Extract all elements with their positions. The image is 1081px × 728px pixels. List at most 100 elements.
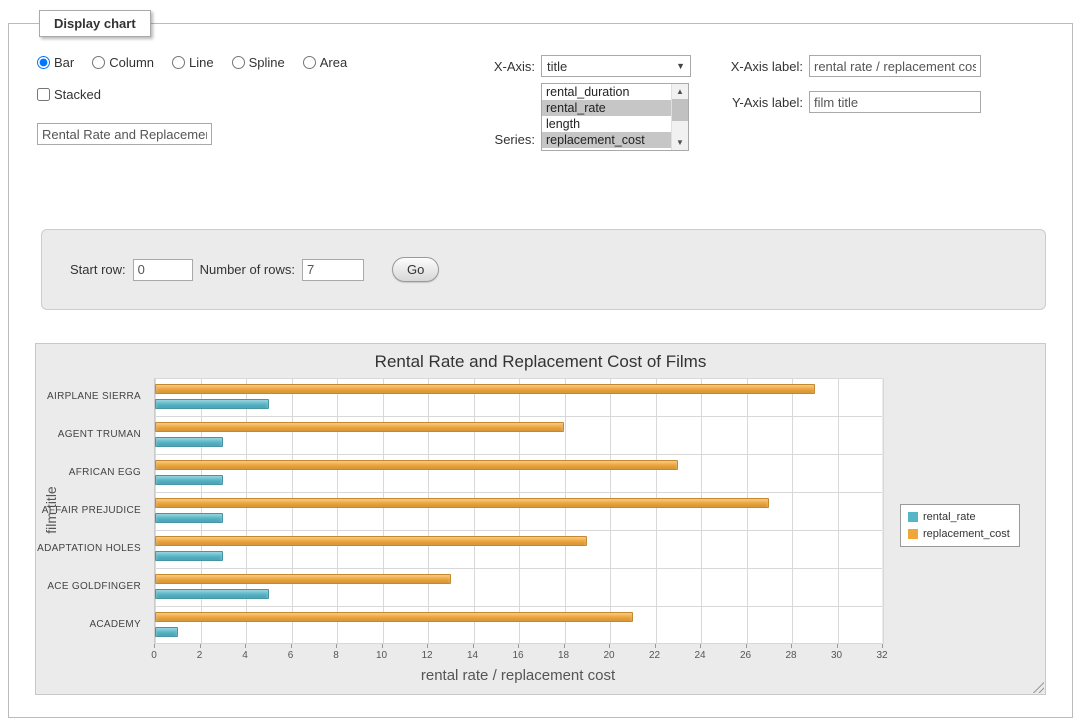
scrollbar-thumb[interactable] [672, 99, 688, 121]
bar-rental_rate-adaptation-holes [155, 551, 223, 561]
bar-rental_rate-academy-dinosaur [155, 627, 178, 637]
tick-label: 28 [785, 650, 796, 661]
gridline-horizontal [155, 606, 882, 607]
chart-type-radio-spline[interactable] [232, 56, 245, 69]
tick-label: 6 [288, 650, 294, 661]
chart-title-input[interactable] [37, 123, 212, 145]
category-label: ACE GOLDFINGER [36, 568, 148, 606]
chart-type-text: Area [320, 55, 347, 70]
start-row-label: Start row: [70, 262, 126, 277]
x-axis-row: X-Axis: title ▼ [487, 55, 691, 77]
tick-mark [518, 644, 519, 648]
bar-replacement_cost-agent-truman [155, 422, 564, 432]
fieldset-legend: Display chart [39, 10, 151, 37]
y-axis-label-input[interactable] [809, 91, 981, 113]
tick-mark [291, 644, 292, 648]
x-axis-label-label: X-Axis label: [723, 59, 803, 74]
gridline-vertical [474, 378, 475, 644]
chart-type-option-area[interactable]: Area [303, 55, 347, 70]
chart-type-text: Column [109, 55, 154, 70]
gridline-vertical [246, 378, 247, 644]
series-option-length[interactable]: length [542, 116, 671, 132]
gridline-vertical [565, 378, 566, 644]
tick-mark [382, 644, 383, 648]
bar-replacement_cost-adaptation-holes [155, 536, 587, 546]
start-row-input[interactable] [133, 259, 193, 281]
tick-label: 24 [694, 650, 705, 661]
gridline-vertical [201, 378, 202, 644]
chart-type-radio-area[interactable] [303, 56, 316, 69]
series-scrollbar[interactable]: ▲ ▼ [671, 84, 688, 150]
x-axis-select[interactable]: title ▼ [541, 55, 691, 77]
bar-rental_rate-agent-truman [155, 437, 223, 447]
num-rows-input[interactable] [302, 259, 364, 281]
scroll-down-icon[interactable]: ▼ [672, 135, 688, 150]
go-button[interactable]: Go [392, 257, 439, 282]
chart-type-option-column[interactable]: Column [92, 55, 154, 70]
bar-replacement_cost-affair-prejudice [155, 498, 769, 508]
tick-label: 30 [831, 650, 842, 661]
x-axis-label-input[interactable] [809, 55, 981, 77]
x-tick-labels: 02468101214161820222426283032 [154, 644, 882, 664]
tick-label: 2 [197, 650, 203, 661]
resize-grip-icon[interactable] [1031, 680, 1044, 693]
chart-type-option-spline[interactable]: Spline [232, 55, 285, 70]
tick-label: 14 [467, 650, 478, 661]
series-option-rental_rate[interactable]: rental_rate [542, 100, 671, 116]
chart-type-radio-line[interactable] [172, 56, 185, 69]
tick-label: 10 [376, 650, 387, 661]
bar-rental_rate-african-egg [155, 475, 223, 485]
tick-mark [245, 644, 246, 648]
chart-title: Rental Rate and Replacement Cost of Film… [36, 352, 1045, 372]
stacked-checkbox[interactable] [37, 88, 50, 101]
category-labels: AIRPLANE SIERRAAGENT TRUMANAFRICAN EGGAF… [36, 378, 148, 644]
chart-type-radio-bar[interactable] [37, 56, 50, 69]
tick-mark [609, 644, 610, 648]
legend-item-rental_rate[interactable]: rental_rate [908, 511, 1010, 523]
tick-mark [336, 644, 337, 648]
scroll-up-icon[interactable]: ▲ [672, 84, 688, 99]
tick-mark [154, 644, 155, 648]
bar-replacement_cost-ace-goldfinger [155, 574, 451, 584]
display-chart-fieldset: Display chart Bar Column Line Spline Area St… [8, 10, 1073, 718]
chart-type-text: Line [189, 55, 214, 70]
series-listbox[interactable]: rental_durationrental_ratelengthreplacem… [541, 83, 689, 151]
legend-label: rental_rate [923, 511, 976, 523]
gridline-vertical [610, 378, 611, 644]
chart-type-option-bar[interactable]: Bar [37, 55, 74, 70]
gridline-horizontal [155, 378, 882, 379]
x-axis-label: X-Axis: [487, 59, 535, 74]
series-option-rental_duration[interactable]: rental_duration [542, 84, 671, 100]
gridline-vertical [428, 378, 429, 644]
legend-swatch [908, 529, 918, 539]
category-label: ADAPTATION HOLES [36, 530, 148, 568]
tick-label: 32 [876, 650, 887, 661]
tick-label: 8 [333, 650, 339, 661]
x-axis-title: rental rate / replacement cost [154, 667, 882, 684]
series-option-replacement_cost[interactable]: replacement_cost [542, 132, 671, 148]
bar-replacement_cost-airplane-sierra [155, 384, 815, 394]
chart-type-radio-column[interactable] [92, 56, 105, 69]
tick-label: 22 [649, 650, 660, 661]
stacked-checkbox-row[interactable]: Stacked [37, 87, 101, 102]
tick-label: 0 [151, 650, 157, 661]
tick-mark [882, 644, 883, 648]
gridline-vertical [838, 378, 839, 644]
legend-item-replacement_cost[interactable]: replacement_cost [908, 528, 1010, 540]
chart-type-group: Bar Column Line Spline Area [37, 55, 359, 70]
legend-label: replacement_cost [923, 528, 1010, 540]
category-label: ACADEMY DINOSAUR [36, 606, 148, 644]
x-axis-selected-value: title [547, 59, 567, 74]
gridline-vertical [337, 378, 338, 644]
chart-type-option-line[interactable]: Line [172, 55, 214, 70]
tick-mark [791, 644, 792, 648]
category-label: AIRPLANE SIERRA [36, 378, 148, 416]
tick-mark [564, 644, 565, 648]
stacked-label: Stacked [54, 87, 101, 102]
gridline-horizontal [155, 530, 882, 531]
gridline-vertical [656, 378, 657, 644]
bar-replacement_cost-academy-dinosaur [155, 612, 633, 622]
plot-area [154, 378, 882, 644]
tick-label: 20 [603, 650, 614, 661]
gridline-horizontal [155, 492, 882, 493]
